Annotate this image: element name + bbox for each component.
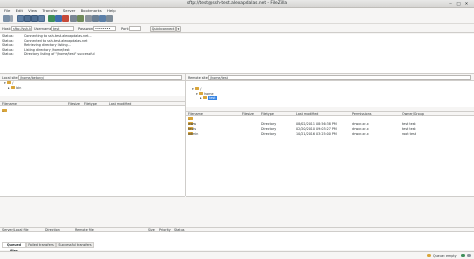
remote-directory-tree[interactable]: ▾ / ▾ home ▸ test [186,81,474,107]
maximize-icon[interactable]: □ [456,2,461,7]
local-site-bar: Local site: /home/betony/ [0,74,185,81]
local-path-input[interactable]: /home/betony/ [18,75,182,80]
site-manager-icon[interactable] [3,15,10,22]
remote-site-bar: Remote site: /home/test [186,74,474,81]
local-site-label: Local site: [2,76,19,80]
table-row[interactable]: tests Directory 02/20/2010 09:03:27 PM d… [186,127,474,132]
folder-icon [10,85,16,89]
toggle-queue-icon[interactable] [38,15,45,22]
queue-status-text: Queue: empty [433,253,457,258]
queue-status-icon [427,253,431,257]
tab-queued-files[interactable]: Queued files [2,242,26,253]
remote-site-label: Remote site: [188,76,209,80]
port-input[interactable] [129,26,141,31]
table-row[interactable]: .. [186,117,474,122]
chevron-down-icon[interactable]: ▾ [176,25,181,32]
remote-file-list[interactable]: .. www Directory 08/02/2011 08:56:38 PM … [186,116,474,196]
host-input[interactable]: sftp://ssh-test.alex [11,26,32,31]
window-title: sftp://test@ssh-test.alexapdalas.net - F… [186,1,288,6]
tab-successful-transfers[interactable]: Successful transfers [56,242,94,248]
directory-comparison-icon[interactable] [92,15,99,22]
quickconnect-bar: Host: sftp://ssh-test.alex Username: tes… [0,24,474,33]
refresh-icon[interactable] [48,15,55,22]
local-file-list[interactable]: .. [0,106,185,196]
activity-indicator-icon [467,253,471,257]
folder-icon [202,96,208,100]
remote-status [186,196,474,201]
list-item[interactable]: .. [0,109,185,114]
host-label: Host: [2,27,12,31]
queue-tabs: Queued files Failed transfers Successful… [0,241,474,253]
tab-failed-transfers[interactable]: Failed transfers [26,242,56,248]
table-row[interactable]: admin Directory 10/21/2016 03:25:00 PM d… [186,132,474,137]
process-queue-icon[interactable] [55,15,62,22]
toggle-local-tree-icon[interactable] [24,15,31,22]
toggle-remote-tree-icon[interactable] [31,15,38,22]
folder-icon [194,87,200,91]
title-bar: sftp://test@ssh-test.alexapdalas.net - F… [0,0,474,8]
toolbar [0,13,474,24]
quickconnect-button[interactable]: Quickconnect [150,25,176,32]
tree-item-bin[interactable]: ▸ bin [0,86,185,91]
port-label: Port: [121,27,130,31]
disconnect-icon[interactable] [70,15,77,22]
message-log[interactable]: Status: Connecting to ssh-test.alexapdala… [0,33,474,74]
site-manager-dropdown-icon[interactable] [10,15,13,22]
synchronized-browsing-icon[interactable] [99,15,106,22]
table-row[interactable]: www Directory 08/02/2011 08:56:38 PM drw… [186,122,474,127]
username-input[interactable]: test [51,26,74,31]
local-status [0,196,185,201]
local-directory-tree[interactable]: ▾ / ▸ bin [0,81,185,96]
remote-path-input[interactable]: /home/test [208,75,471,80]
filter-icon[interactable] [85,15,92,22]
folder-icon [6,81,12,85]
log-row: Status: Directory listing of "/home/test"… [2,52,95,56]
search-icon[interactable] [106,15,113,22]
toggle-log-icon[interactable] [17,15,24,22]
minimize-icon[interactable]: ‒ [448,2,453,7]
close-icon[interactable]: ✕ [464,2,469,7]
password-input[interactable]: •••••••• [93,26,116,31]
reconnect-icon[interactable] [77,15,84,22]
cancel-operation-icon[interactable] [62,15,69,22]
connection-indicator-icon [461,253,465,257]
status-bar: Queue: empty [0,251,474,259]
tree-item-test[interactable]: ▸ test [186,96,474,101]
folder-icon [198,91,204,95]
